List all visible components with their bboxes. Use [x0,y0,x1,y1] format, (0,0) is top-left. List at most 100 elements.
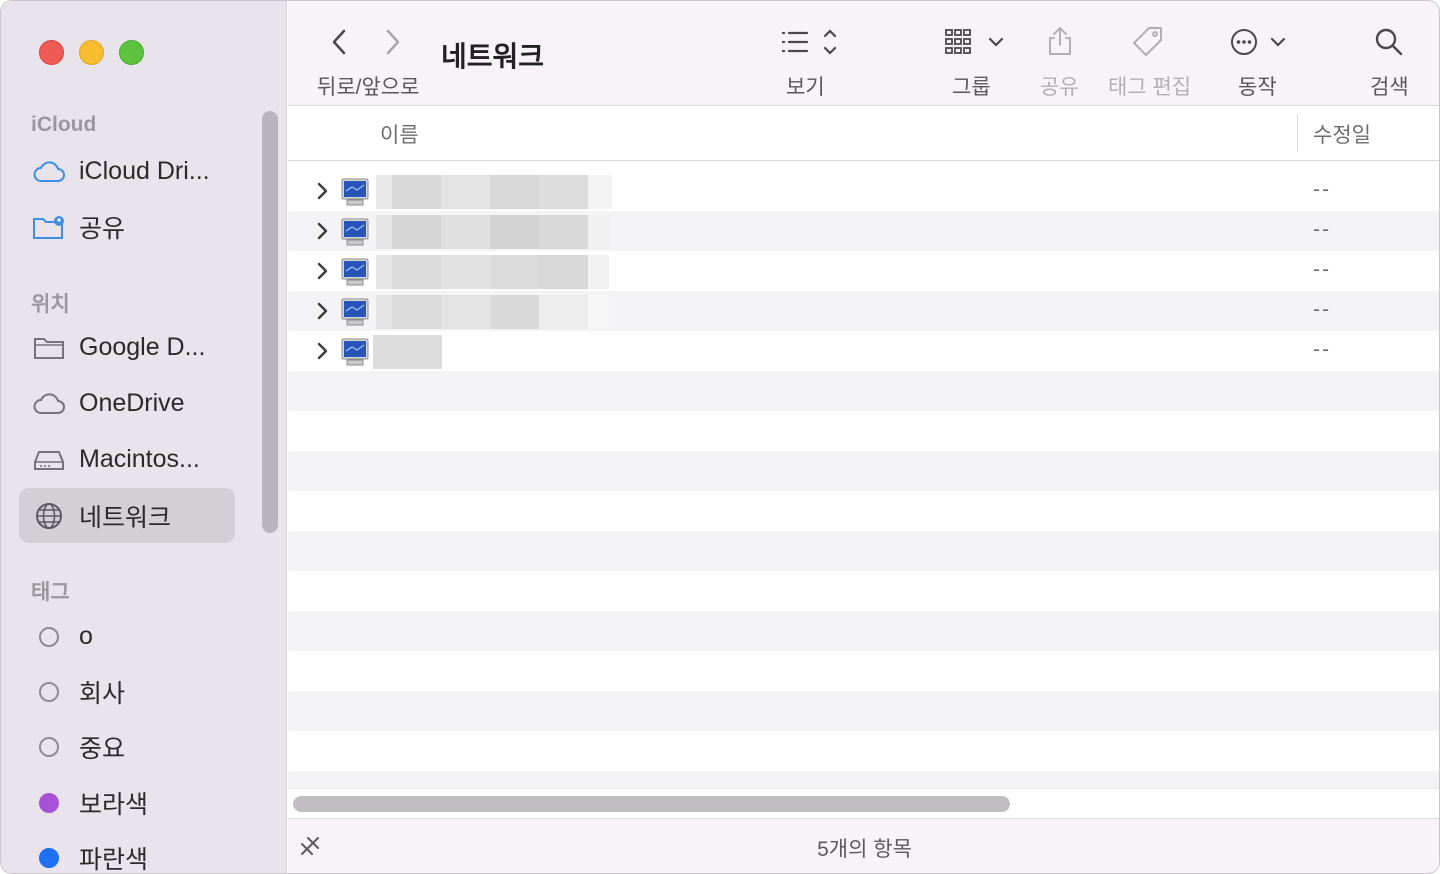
sidebar-item-macintosh-hd[interactable]: Macintos... [19,432,235,487]
table-row[interactable]: -- [288,251,1439,291]
sidebar-item-google-drive[interactable]: Google D... [19,320,235,375]
column-date-header[interactable]: 수정일 [1313,119,1371,149]
sidebar-scrollbar[interactable] [262,111,278,533]
column-name-header[interactable]: 이름 [380,119,419,149]
share-label: 공유 [1040,76,1079,99]
sidebar-item-icloud-drive[interactable]: iCloud Dri... [19,144,235,199]
view-label: 보기 [786,76,825,99]
redacted-name [376,175,612,209]
sidebar-item-label: 파란색 [79,845,149,874]
redacted-name [373,335,442,369]
sidebar-section-icloud: iCloud [31,113,97,136]
zoom-window-button[interactable] [119,40,144,65]
list-view-icon [781,29,837,55]
sidebar-section-tags: 태그 [31,581,70,604]
finder-window: iCloud iCloud Dri... 공유 위치 Google D... O… [0,0,1440,874]
sidebar-item-label: 공유 [79,214,126,243]
redacted-name [376,255,609,289]
group-button[interactable] [942,27,1008,57]
sidebar: iCloud iCloud Dri... 공유 위치 Google D... O… [1,1,287,874]
table-row[interactable]: -- [288,291,1439,331]
empty-row [288,451,1439,491]
search-label: 검색 [1370,76,1409,99]
group-label: 그룹 [952,76,991,99]
group-grid-icon [945,29,1004,54]
sidebar-tag-purple[interactable]: 보라색 [19,775,235,830]
network-computer-icon [341,338,369,366]
minimize-window-button[interactable] [79,40,104,65]
file-list: -- -- -- -- -- [288,171,1439,788]
sidebar-item-label: Google D... [79,333,206,361]
empty-row [288,771,1439,788]
tag-circle-icon [39,736,59,757]
table-row[interactable]: -- [288,211,1439,251]
empty-row [288,531,1439,571]
action-label: 동작 [1238,76,1277,99]
table-row[interactable]: -- [288,331,1439,371]
tag-circle-icon [39,626,59,647]
network-computer-icon [341,218,369,246]
search-icon [1375,28,1403,56]
tag-purple-dot-icon [39,792,59,813]
network-computer-icon [341,298,369,326]
date-modified-cell: -- [1313,218,1331,241]
sidebar-tag-work[interactable]: 회사 [19,664,235,719]
table-row[interactable]: -- [288,171,1439,211]
shared-folder-icon [19,213,79,241]
back-button[interactable] [328,27,352,57]
globe-icon [19,501,79,531]
redacted-name [376,215,610,249]
disclosure-chevron-icon[interactable] [316,341,330,361]
view-button[interactable] [772,27,842,57]
date-modified-cell: -- [1313,338,1331,361]
date-modified-cell: -- [1313,178,1331,201]
horizontal-scrollbar[interactable] [288,788,1439,818]
search-button[interactable] [1374,27,1404,57]
forward-button[interactable] [380,27,404,57]
sidebar-item-label: o [79,622,93,650]
empty-row [288,611,1439,651]
chevron-right-icon [386,29,400,55]
window-title: 네트워크 [441,41,545,72]
close-window-button[interactable] [39,40,64,65]
sidebar-tag-o[interactable]: o [19,609,235,664]
sidebar-item-label: 회사 [79,679,126,708]
chevron-left-icon [332,29,346,55]
redacted-name [376,295,609,329]
sidebar-tag-blue[interactable]: 파란색 [19,830,235,874]
disclosure-chevron-icon[interactable] [316,221,330,241]
tag-icon [1133,27,1162,56]
horizontal-scroll-thumb[interactable] [293,796,1010,812]
cloud-icon [19,160,79,184]
sidebar-item-label: Macintos... [79,445,200,473]
disclosure-chevron-icon[interactable] [316,181,330,201]
column-separator[interactable] [1297,114,1298,152]
share-icon [1049,26,1071,55]
sidebar-item-label: 중요 [79,734,126,763]
toolbar: 뒤로/앞으로 네트워크 보기 그룹 공유 태그 편집 동작 검색 [288,1,1439,106]
date-modified-cell: -- [1313,258,1331,281]
network-computer-icon [341,178,369,206]
disclosure-chevron-icon[interactable] [316,301,330,321]
sidebar-item-shared[interactable]: 공유 [19,199,235,254]
status-bar: 5개의 항목 [288,818,1439,873]
ellipsis-circle-icon [1231,29,1286,55]
sidebar-tag-important[interactable]: 중요 [19,719,235,774]
sidebar-item-label: 보라색 [79,790,149,819]
cloud-icon [19,392,79,416]
tag-blue-dot-icon [39,847,59,868]
sidebar-item-onedrive[interactable]: OneDrive [19,376,235,431]
disclosure-chevron-icon[interactable] [316,261,330,281]
empty-row [288,371,1439,411]
column-header: 이름 수정일 [288,106,1439,161]
edit-tags-button[interactable] [1131,25,1165,59]
action-button[interactable] [1228,27,1292,57]
folder-icon [19,335,79,361]
item-count: 5개의 항목 [817,838,912,861]
sidebar-item-label: iCloud Dri... [79,157,210,185]
sidebar-item-label: 네트워크 [79,503,172,532]
share-button[interactable] [1045,25,1075,57]
sidebar-item-network[interactable]: 네트워크 [19,488,235,543]
tag-circle-icon [39,681,59,702]
hard-drive-icon [19,448,79,472]
